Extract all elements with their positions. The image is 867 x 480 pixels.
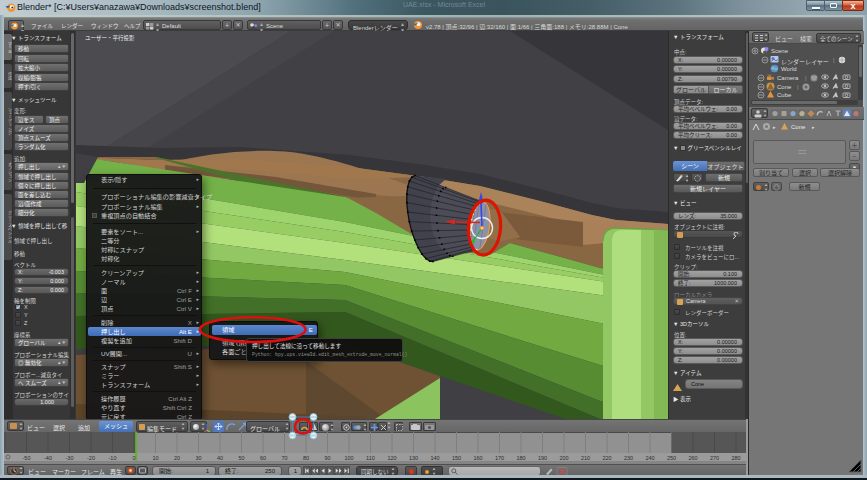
svg-text:220: 220 [602, 455, 611, 461]
svg-text:210: 210 [581, 455, 590, 461]
svg-text:30: 30 [195, 455, 201, 461]
svg-text:180: 180 [516, 455, 525, 461]
svg-text:110: 110 [366, 455, 375, 461]
svg-text:150: 150 [452, 455, 461, 461]
svg-text:-50: -50 [23, 455, 31, 461]
svg-text:130: 130 [409, 455, 418, 461]
svg-text:-30: -30 [66, 455, 74, 461]
svg-text:240: 240 [645, 455, 654, 461]
svg-text:260: 260 [688, 455, 697, 461]
svg-text:40: 40 [217, 455, 223, 461]
svg-text:230: 230 [624, 455, 633, 461]
svg-text:200: 200 [559, 455, 568, 461]
svg-text:-10: -10 [109, 455, 117, 461]
svg-text:90: 90 [324, 455, 330, 461]
svg-text:190: 190 [538, 455, 547, 461]
svg-text:140: 140 [430, 455, 439, 461]
svg-text:270: 270 [710, 455, 719, 461]
svg-text:50: 50 [238, 455, 244, 461]
svg-text:10: 10 [152, 455, 158, 461]
svg-text:20: 20 [174, 455, 180, 461]
svg-text:80: 80 [303, 455, 309, 461]
svg-text:60: 60 [260, 455, 266, 461]
svg-text:280: 280 [731, 455, 740, 461]
svg-text:170: 170 [495, 455, 504, 461]
svg-text:160: 160 [473, 455, 482, 461]
svg-text:0: 0 [132, 455, 135, 461]
svg-text:-20: -20 [87, 455, 95, 461]
svg-text:250: 250 [667, 455, 676, 461]
svg-text:120: 120 [387, 455, 396, 461]
svg-text:100: 100 [344, 455, 353, 461]
svg-text:70: 70 [281, 455, 287, 461]
svg-text:-40: -40 [44, 455, 52, 461]
